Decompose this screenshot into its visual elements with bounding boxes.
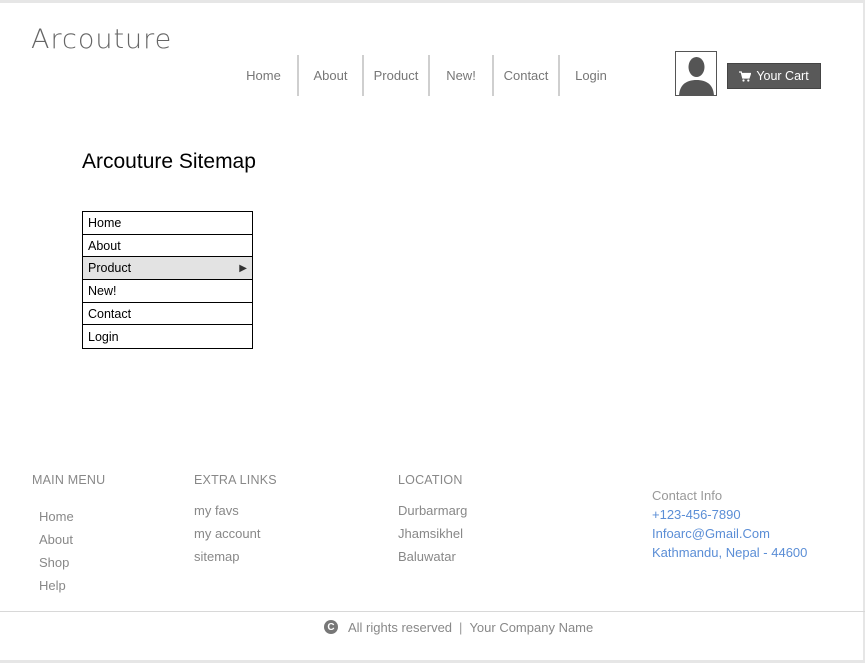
footer-link-durbarmarg[interactable]: Durbarmarg [398,499,467,522]
window-top-border [0,0,865,3]
your-cart-button[interactable]: Your Cart [727,63,821,89]
shopping-cart-icon [739,70,752,82]
footer-heading: EXTRA LINKS [194,473,277,487]
footer-link-about[interactable]: About [39,528,105,551]
contact-address: Kathmandu, Nepal - 44600 [652,545,808,560]
copyright-icon: C [324,620,338,634]
submenu-arrow-icon: ▶ [239,262,247,274]
copyright-bar: C All rights reserved | Your Company Nam… [324,618,593,636]
contact-phone[interactable]: +123-456-7890 [652,507,741,522]
nav-about[interactable]: About [299,55,362,96]
footer-link-my-favs[interactable]: my favs [194,499,277,522]
copyright-text: All rights reserved [348,619,453,635]
sitemap-item-contact[interactable]: Contact [83,303,252,326]
footer-main-menu: MAIN MENU Home About Shop Help [32,473,105,597]
page-title: Arcouture Sitemap [82,150,256,173]
sitemap-item-label: About [88,238,121,253]
footer-divider [0,611,865,612]
footer-link-my-account[interactable]: my account [194,522,277,545]
nav-contact[interactable]: Contact [494,55,558,96]
footer-heading: LOCATION [398,473,463,487]
user-silhouette-icon [679,57,714,95]
sitemap-item-label: New! [88,283,117,298]
sitemap-item-label: Login [88,329,119,344]
sitemap-item-label: Product [88,261,132,276]
cart-label: Your Cart [756,69,809,83]
user-avatar[interactable] [675,51,717,96]
footer-extra-links: EXTRA LINKS my favs my account sitemap [194,473,277,568]
nav-login[interactable]: Login [560,55,622,96]
sitemap-item-product[interactable]: Product ▶ [83,257,252,281]
sitemap-item-label: Contact [88,306,132,321]
contact-info-heading: Contact Info [652,488,723,503]
company-name: Your Company Name [469,619,594,635]
sitemap-menu: Home About Product ▶ New! Contact Login [82,211,253,350]
footer-link-jhamsikhel[interactable]: Jhamsikhel [398,522,467,545]
nav-new[interactable]: New! [430,55,492,96]
nav-product[interactable]: Product [364,55,428,96]
footer-link-help[interactable]: Help [39,574,105,597]
site-logo[interactable]: Arcouture [31,24,172,55]
footer-link-shop[interactable]: Shop [39,551,105,574]
sitemap-item-about[interactable]: About [83,235,252,258]
sitemap-item-login[interactable]: Login [83,325,252,348]
sitemap-item-new[interactable]: New! [83,280,252,303]
footer-location: LOCATION Durbarmarg Jhamsikhel Baluwatar [398,473,467,568]
copyright-separator: | [459,619,463,635]
footer-heading: MAIN MENU [32,473,106,487]
main-nav: Home About Product New! Contact Login [230,55,622,96]
contact-email[interactable]: Infoarc@Gmail.Com [652,526,770,541]
sitemap-item-label: Home [88,215,122,230]
footer-link-baluwatar[interactable]: Baluwatar [398,545,467,568]
footer-link-home[interactable]: Home [39,505,105,528]
nav-home[interactable]: Home [230,55,297,96]
sitemap-item-home[interactable]: Home [83,212,252,235]
footer-link-sitemap[interactable]: sitemap [194,545,277,568]
